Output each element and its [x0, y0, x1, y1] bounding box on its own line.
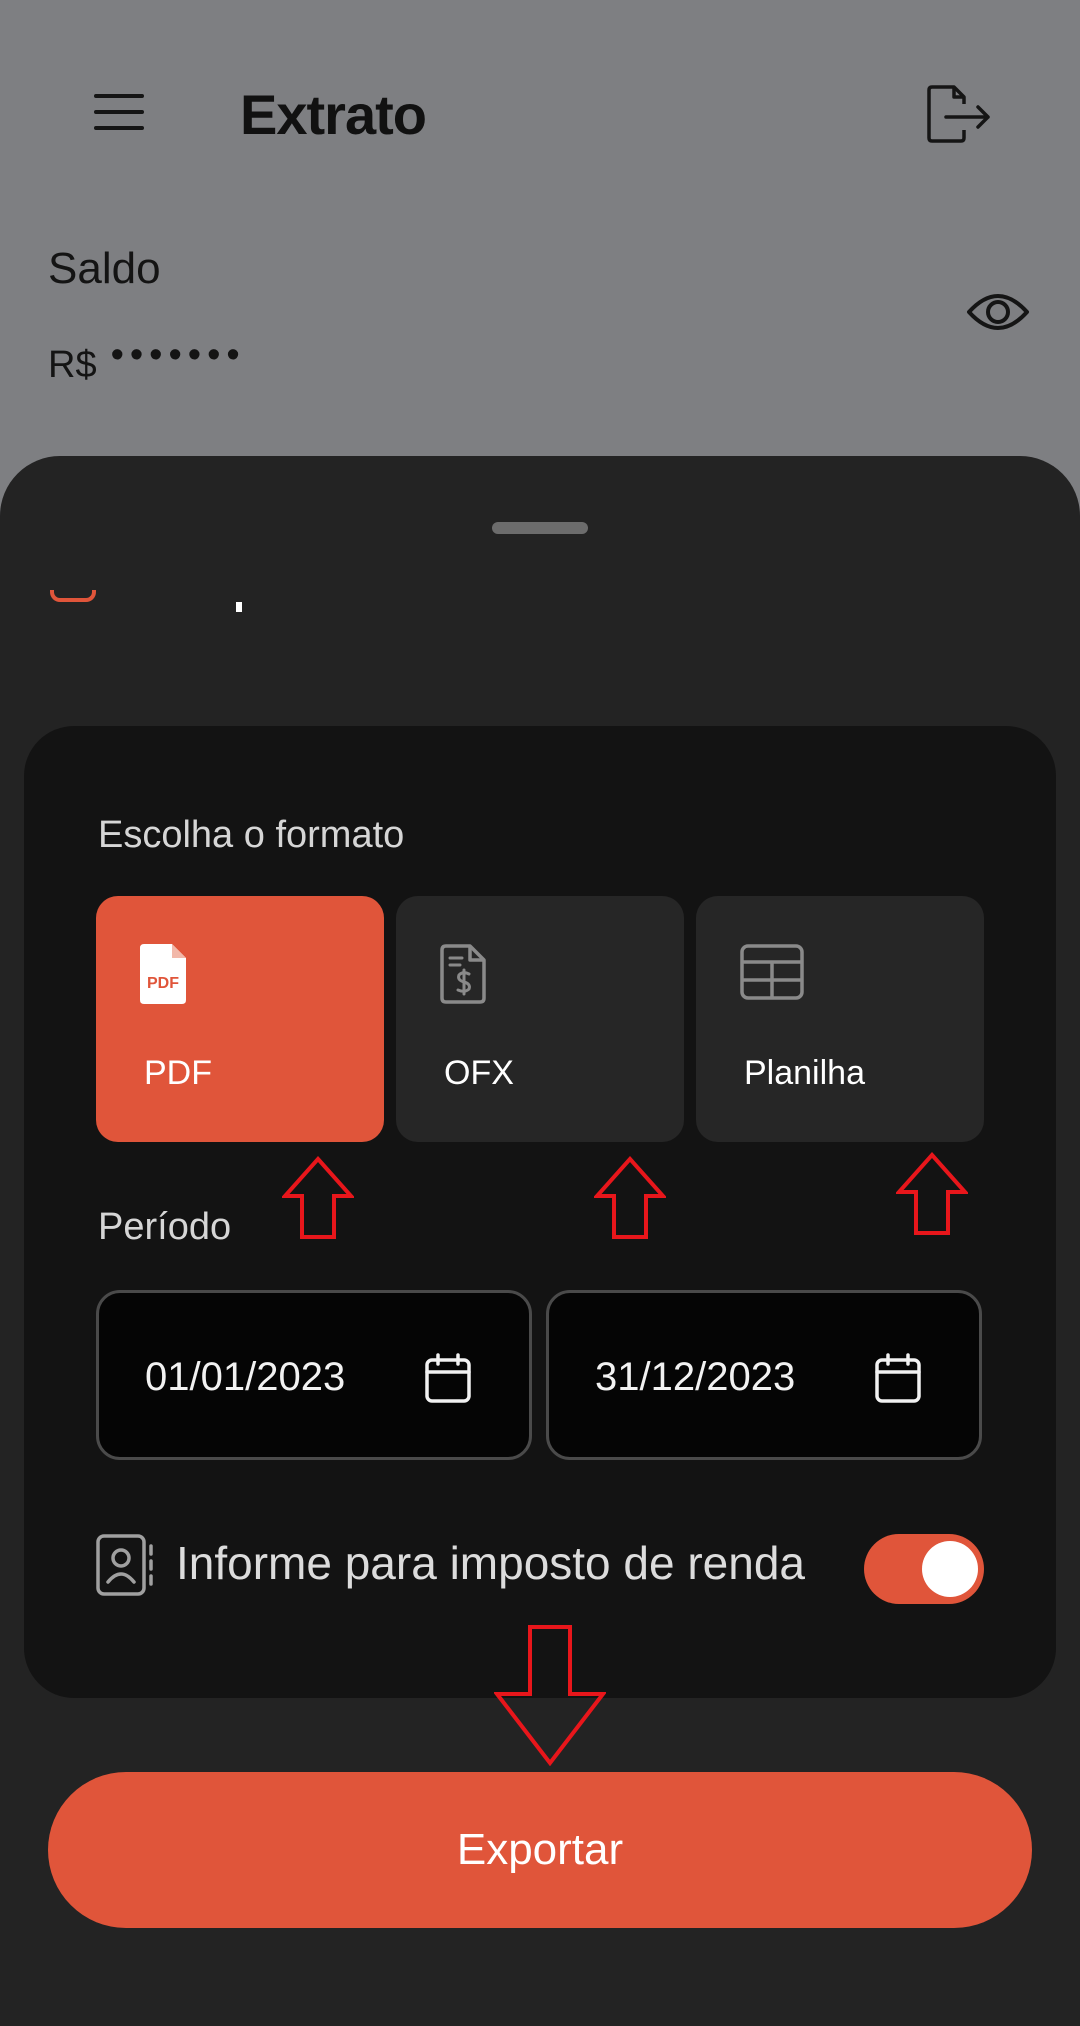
annotation-arrow-up-icon	[896, 1152, 968, 1235]
app-bar: Extrato	[0, 0, 1080, 230]
toggle-knob	[922, 1541, 978, 1597]
export-button[interactable]: Exportar	[48, 1772, 1032, 1928]
hamburger-menu-icon[interactable]	[94, 92, 146, 132]
balance-value: R$ •••••••	[48, 334, 246, 387]
spreadsheet-icon	[740, 944, 804, 1000]
calendar-icon[interactable]	[875, 1353, 921, 1403]
end-date-value: 31/12/2023	[595, 1355, 796, 1399]
annotation-arrow-up-icon	[282, 1156, 354, 1239]
format-option-label: Planilha	[744, 1054, 865, 1092]
format-option-planilha[interactable]: Planilha	[696, 896, 984, 1142]
export-bottom-sheet: Escolha o formato PDF PDF OFX Planilha P…	[0, 456, 1080, 2026]
dollar-document-icon	[440, 944, 486, 1004]
page-title: Extrato	[240, 83, 427, 146]
format-option-label: OFX	[444, 1054, 514, 1092]
format-option-ofx[interactable]: OFX	[396, 896, 684, 1142]
annotation-arrow-down-icon	[494, 1625, 606, 1766]
tax-report-toggle[interactable]	[864, 1534, 984, 1604]
peek-accent-shape	[50, 590, 96, 602]
calendar-icon[interactable]	[425, 1353, 471, 1403]
format-option-label: PDF	[144, 1054, 212, 1092]
period-section-label: Período	[98, 1206, 232, 1248]
format-section-label: Escolha o formato	[98, 814, 405, 856]
peek-dot	[236, 602, 242, 612]
sheet-drag-handle[interactable]	[492, 522, 588, 534]
balance-currency: R$	[48, 344, 97, 386]
annotation-arrow-up-icon	[594, 1156, 666, 1239]
start-date-field[interactable]: 01/01/2023	[96, 1290, 532, 1460]
balance-label: Saldo	[48, 244, 161, 293]
pdf-file-icon: PDF	[140, 944, 186, 1004]
tax-report-label: Informe para imposto de renda	[176, 1537, 806, 1589]
start-date-value: 01/01/2023	[145, 1355, 346, 1399]
svg-text:PDF: PDF	[147, 975, 179, 992]
end-date-field[interactable]: 31/12/2023	[546, 1290, 982, 1460]
file-export-icon[interactable]	[926, 84, 994, 144]
eye-icon[interactable]	[966, 284, 1030, 340]
balance-hidden-amount: •••••••	[110, 334, 246, 376]
contact-card-icon	[96, 1534, 153, 1596]
format-option-pdf[interactable]: PDF PDF	[96, 896, 384, 1142]
